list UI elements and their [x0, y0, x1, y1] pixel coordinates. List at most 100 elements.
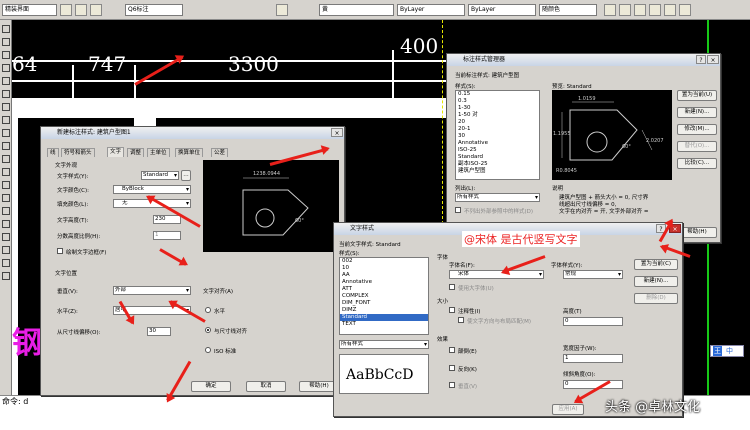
- list-item[interactable]: 20: [456, 119, 539, 126]
- tool-icon[interactable]: [1, 272, 10, 280]
- list-item[interactable]: Annotative: [456, 140, 539, 147]
- tool-icon[interactable]: [1, 25, 10, 33]
- color-combo[interactable]: 黄: [319, 3, 394, 16]
- tool-icon[interactable]: [1, 207, 10, 215]
- list-item[interactable]: 建筑户型图: [456, 168, 539, 175]
- tool-icon[interactable]: [1, 38, 10, 46]
- list-item[interactable]: COMPLEX: [340, 293, 428, 300]
- text-style-select[interactable]: Standard: [141, 171, 179, 180]
- close-icon[interactable]: ×: [707, 55, 719, 64]
- list-item[interactable]: 1-50 对: [456, 112, 539, 119]
- tool-icon[interactable]: [1, 51, 10, 59]
- list-item[interactable]: 0.15: [456, 91, 539, 98]
- plotstyle-combo[interactable]: 随颜色: [539, 3, 597, 16]
- tool-icon[interactable]: [1, 103, 10, 111]
- trim-icon[interactable]: [649, 3, 661, 16]
- list-filter-select[interactable]: 所有样式: [339, 340, 429, 349]
- list-item[interactable]: 30: [456, 133, 539, 140]
- tab-primary[interactable]: 主单位: [147, 148, 170, 157]
- lineweight-combo[interactable]: ByLayer: [468, 3, 536, 16]
- tool-icon[interactable]: [1, 194, 10, 202]
- list-item[interactable]: 002: [340, 258, 428, 265]
- offset-input[interactable]: 30: [147, 327, 171, 336]
- cancel-button[interactable]: 取消: [246, 381, 286, 392]
- override-button[interactable]: 替代(O)...: [677, 141, 717, 152]
- tool-icon[interactable]: [1, 181, 10, 189]
- fraction-input[interactable]: 1: [153, 231, 181, 240]
- close-icon[interactable]: ×: [331, 128, 343, 137]
- paint-icon[interactable]: [276, 3, 288, 16]
- list-item[interactable]: 1-30: [456, 105, 539, 112]
- list-item[interactable]: TEXT: [340, 321, 428, 328]
- align-horizontal-radio[interactable]: [205, 307, 211, 313]
- tab-tolerance[interactable]: 公差: [211, 148, 229, 157]
- layer-prop-icon[interactable]: [90, 3, 102, 16]
- list-item[interactable]: 副本ISO-25: [456, 161, 539, 168]
- fontstyle-select[interactable]: 常规: [563, 270, 623, 279]
- styles-list[interactable]: 0.15 0.3 1-30 1-50 对 20 20-1 30 Annotative ISO-2…: [455, 90, 540, 180]
- tool-icon[interactable]: [1, 168, 10, 176]
- vertical-select[interactable]: 外部: [113, 286, 191, 295]
- help-button[interactable]: 帮助(H): [677, 227, 717, 238]
- new-button[interactable]: 新建(N)...: [677, 107, 717, 118]
- layer-icon[interactable]: [60, 3, 72, 16]
- compare-button[interactable]: 比较(C)...: [677, 158, 717, 169]
- no-xref-checkbox[interactable]: [455, 207, 461, 213]
- tab-symbols[interactable]: 符号和箭头: [61, 148, 95, 157]
- frame-checkbox[interactable]: [57, 248, 63, 254]
- list-item[interactable]: ISO-25: [456, 147, 539, 154]
- annotative-checkbox[interactable]: [449, 307, 455, 313]
- tool-icon[interactable]: [1, 64, 10, 72]
- width-input[interactable]: 1: [563, 354, 623, 363]
- list-item[interactable]: DIMZ: [340, 307, 428, 314]
- upside-checkbox[interactable]: [449, 347, 455, 353]
- tab-alternate[interactable]: 换算单位: [175, 148, 204, 157]
- tool-icon[interactable]: [1, 220, 10, 228]
- tool-icon[interactable]: [1, 90, 10, 98]
- tool-icon[interactable]: [1, 155, 10, 163]
- tab-lines[interactable]: 线: [47, 148, 59, 157]
- align-iso-radio[interactable]: [205, 347, 211, 353]
- move-icon[interactable]: [679, 3, 691, 16]
- modify-button[interactable]: 修改(M)...: [677, 124, 717, 135]
- height-input[interactable]: 0: [563, 317, 623, 326]
- bigfont-checkbox[interactable]: [449, 284, 455, 290]
- list-item[interactable]: 20-1: [456, 126, 539, 133]
- help-icon[interactable]: ?: [696, 55, 706, 64]
- tool-icon[interactable]: [1, 246, 10, 254]
- list-item[interactable]: AA: [340, 272, 428, 279]
- tool-icon[interactable]: [1, 116, 10, 124]
- extend-icon[interactable]: [664, 3, 676, 16]
- tool-icon[interactable]: [1, 129, 10, 137]
- tool-icon[interactable]: [1, 233, 10, 241]
- list-item[interactable]: Standard: [456, 154, 539, 161]
- arc-icon[interactable]: [619, 3, 631, 16]
- delete-button[interactable]: 删除(D): [634, 293, 678, 304]
- fontname-select[interactable]: 宋体: [449, 270, 544, 279]
- apply-button[interactable]: 应用(A): [552, 404, 584, 415]
- set-current-button[interactable]: 置为当前(U): [677, 90, 717, 101]
- list-item[interactable]: 10: [340, 265, 428, 272]
- vertical-checkbox[interactable]: [449, 382, 455, 388]
- list-item[interactable]: 0.3: [456, 98, 539, 105]
- dimstyle-combo[interactable]: Q6标注: [125, 3, 183, 16]
- align-dimline-radio[interactable]: [205, 327, 211, 333]
- match-checkbox[interactable]: [458, 317, 464, 323]
- tab-fit[interactable]: 调整: [127, 148, 145, 157]
- styles-list[interactable]: 002 10 AA Annotative ATT COMPLEX DIM_FONT DIMZ S…: [339, 257, 429, 335]
- list-item[interactable]: DIM_FONT: [340, 300, 428, 307]
- text-height-input[interactable]: 230: [153, 215, 181, 224]
- tool-icon[interactable]: [1, 77, 10, 85]
- oblique-input[interactable]: 0: [563, 380, 623, 389]
- tab-text[interactable]: 文字: [107, 147, 125, 157]
- backwards-checkbox[interactable]: [449, 365, 455, 371]
- set-current-button[interactable]: 置为当前(C): [634, 259, 678, 270]
- list-filter-select[interactable]: 所有样式: [455, 193, 540, 202]
- style-icon[interactable]: [75, 3, 87, 16]
- ok-button[interactable]: 确定: [191, 381, 231, 392]
- workspace-combo[interactable]: 精装界面: [2, 3, 57, 16]
- list-item[interactable]: Annotative: [340, 279, 428, 286]
- tool-icon[interactable]: [1, 142, 10, 150]
- tool-icon[interactable]: [1, 259, 10, 267]
- circle-icon[interactable]: [634, 3, 646, 16]
